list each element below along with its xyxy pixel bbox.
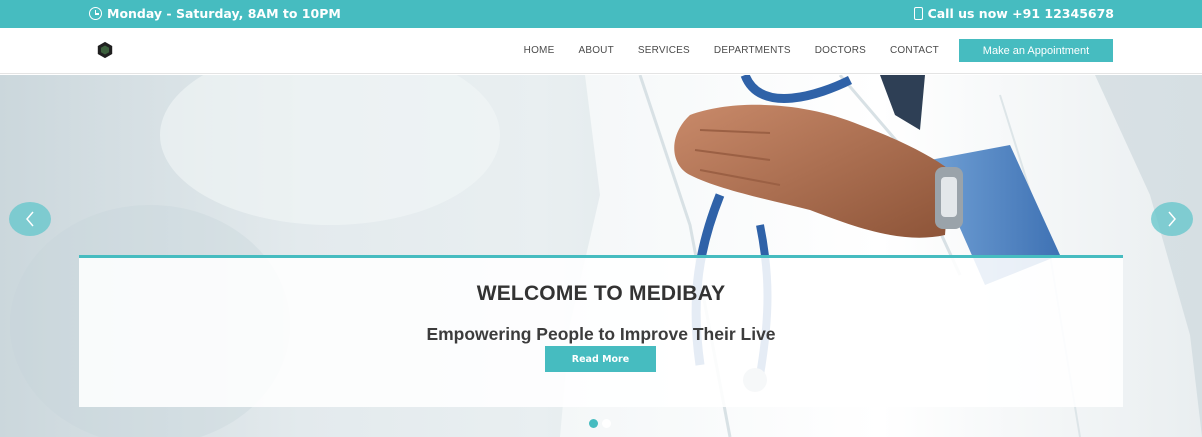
slider-next-button[interactable] bbox=[1151, 202, 1193, 236]
phone-icon bbox=[913, 7, 923, 20]
hero-caption-box: WELCOME TO MEDIBAY Empowering People to … bbox=[79, 255, 1123, 407]
clock-icon bbox=[89, 7, 102, 20]
chevron-left-icon bbox=[26, 211, 34, 227]
read-more-button[interactable]: Read More bbox=[545, 346, 656, 372]
slider-dots bbox=[589, 419, 611, 428]
slider-dot-1[interactable] bbox=[589, 419, 598, 428]
hexagon-logo-icon[interactable] bbox=[96, 41, 114, 59]
nav-home[interactable]: HOME bbox=[524, 45, 555, 56]
contact-phone[interactable]: Call us now +91 12345678 bbox=[913, 6, 1114, 21]
main-navbar: HOME ABOUT SERVICES DEPARTMENTS DOCTORS … bbox=[0, 28, 1202, 74]
top-info-bar: Monday - Saturday, 8AM to 10PM Call us n… bbox=[0, 0, 1202, 28]
hero-title: WELCOME TO MEDIBAY bbox=[476, 282, 726, 305]
hero-subtitle: Empowering People to Improve Their Live bbox=[426, 324, 776, 344]
slider-dot-2[interactable] bbox=[602, 419, 611, 428]
make-appointment-button[interactable]: Make an Appointment bbox=[959, 39, 1113, 62]
hero-slider: WELCOME TO MEDIBAY Empowering People to … bbox=[0, 75, 1202, 437]
nav-services[interactable]: SERVICES bbox=[638, 45, 690, 56]
opening-hours: Monday - Saturday, 8AM to 10PM bbox=[89, 6, 341, 21]
opening-hours-text: Monday - Saturday, 8AM to 10PM bbox=[107, 6, 341, 21]
slider-prev-button[interactable] bbox=[9, 202, 51, 236]
chevron-right-icon bbox=[1168, 211, 1176, 227]
nav-doctors[interactable]: DOCTORS bbox=[815, 45, 866, 56]
contact-phone-text[interactable]: Call us now +91 12345678 bbox=[928, 6, 1114, 21]
nav-menu: HOME ABOUT SERVICES DEPARTMENTS DOCTORS … bbox=[500, 45, 939, 56]
nav-departments[interactable]: DEPARTMENTS bbox=[714, 45, 791, 56]
nav-contact[interactable]: CONTACT bbox=[890, 45, 939, 56]
nav-about[interactable]: ABOUT bbox=[578, 45, 613, 56]
